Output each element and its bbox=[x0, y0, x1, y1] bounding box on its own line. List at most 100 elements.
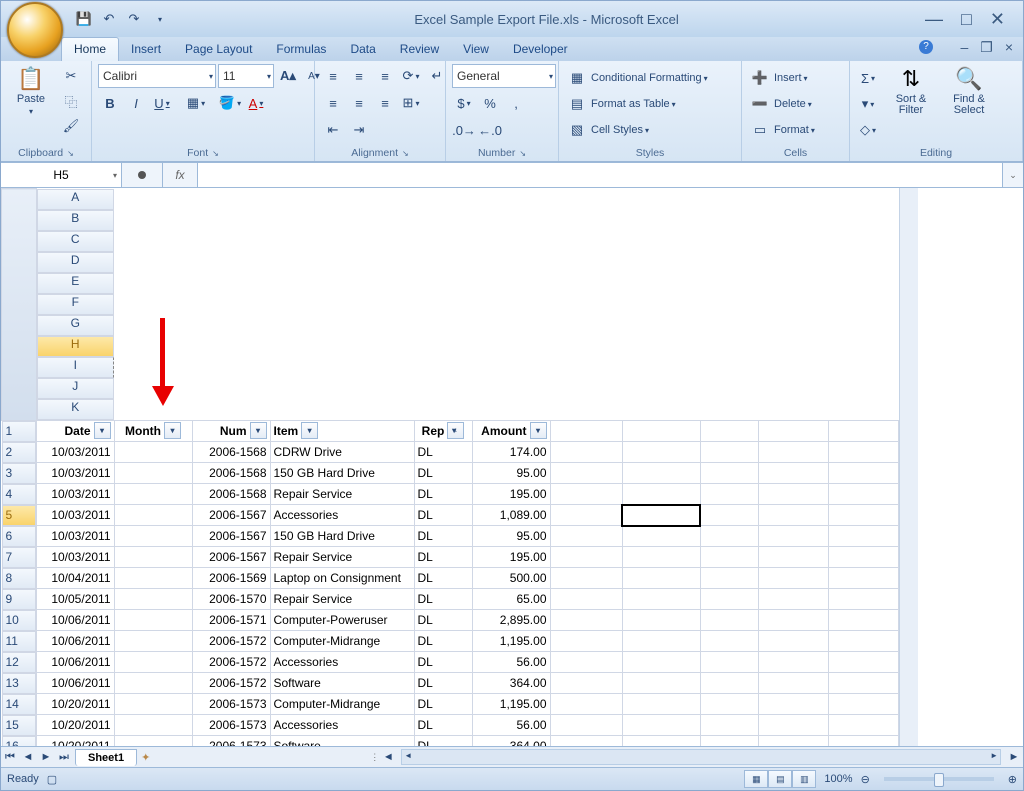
borders-icon[interactable]: ▦ bbox=[184, 91, 208, 115]
cell[interactable]: 1,089.00 bbox=[472, 505, 550, 526]
cell-K14[interactable] bbox=[828, 694, 898, 715]
cell[interactable]: 10/06/2011 bbox=[36, 631, 114, 652]
cell[interactable]: DL bbox=[414, 505, 472, 526]
cell[interactable]: CDRW Drive bbox=[270, 442, 414, 463]
cell[interactable]: 10/03/2011 bbox=[36, 484, 114, 505]
cell[interactable]: 2006-1568 bbox=[192, 484, 270, 505]
cell-K9[interactable] bbox=[828, 589, 898, 610]
cell-H2[interactable] bbox=[622, 442, 700, 463]
cell-K3[interactable] bbox=[828, 463, 898, 484]
cell[interactable]: DL bbox=[414, 631, 472, 652]
cell-G14[interactable] bbox=[550, 694, 622, 715]
cell[interactable]: 2006-1571 bbox=[192, 610, 270, 631]
row-header-7[interactable]: 7 bbox=[2, 547, 36, 568]
undo-icon[interactable]: ↶ bbox=[100, 10, 118, 28]
cell-H8[interactable] bbox=[622, 568, 700, 589]
cell-G11[interactable] bbox=[550, 631, 622, 652]
cell[interactable]: DL bbox=[414, 589, 472, 610]
cell-H3[interactable] bbox=[622, 463, 700, 484]
clear-icon[interactable]: ◇ bbox=[856, 118, 880, 142]
cell-K6[interactable] bbox=[828, 526, 898, 547]
header-cell-item[interactable]: Item▾ bbox=[270, 420, 414, 442]
cell[interactable]: 10/06/2011 bbox=[36, 610, 114, 631]
cell[interactable]: 10/03/2011 bbox=[36, 526, 114, 547]
filter-button-date[interactable]: ▾ bbox=[94, 422, 111, 439]
zoom-slider[interactable] bbox=[884, 777, 994, 781]
decrease-decimal-icon[interactable]: ←.0 bbox=[478, 118, 502, 142]
cell[interactable]: 95.00 bbox=[472, 463, 550, 484]
prev-sheet-button[interactable]: ◄ bbox=[19, 751, 37, 763]
cell[interactable] bbox=[114, 610, 192, 631]
cell[interactable]: DL bbox=[414, 484, 472, 505]
col-header-A[interactable]: A bbox=[37, 189, 115, 210]
cell[interactable]: 10/03/2011 bbox=[36, 463, 114, 484]
cell[interactable]: 2006-1570 bbox=[192, 589, 270, 610]
row-header-16[interactable]: 16 bbox=[2, 736, 36, 747]
cell[interactable]: DL bbox=[414, 568, 472, 589]
row-header-6[interactable]: 6 bbox=[2, 526, 36, 547]
cell[interactable]: 2006-1573 bbox=[192, 736, 270, 747]
filter-button-rep[interactable]: ▾↓ bbox=[447, 422, 464, 439]
help-icon[interactable]: ? bbox=[919, 40, 933, 54]
filter-button-amount[interactable]: ▾ bbox=[530, 422, 547, 439]
cell[interactable]: 2006-1573 bbox=[192, 694, 270, 715]
qat-customize-icon[interactable] bbox=[150, 10, 168, 28]
tab-insert[interactable]: Insert bbox=[119, 38, 173, 61]
col-header-J[interactable]: J bbox=[37, 378, 115, 399]
cell[interactable] bbox=[114, 715, 192, 736]
redo-icon[interactable]: ↷ bbox=[125, 10, 143, 28]
cell[interactable]: DL bbox=[414, 736, 472, 747]
cell-J4[interactable] bbox=[758, 484, 828, 505]
cell-J8[interactable] bbox=[758, 568, 828, 589]
cell[interactable]: 2006-1572 bbox=[192, 631, 270, 652]
hscroll-left-button[interactable]: ◄ bbox=[379, 751, 397, 763]
format-as-table-button[interactable]: ▤Format as Table▾ bbox=[565, 92, 676, 116]
cell[interactable] bbox=[114, 526, 192, 547]
cell[interactable]: 150 GB Hard Drive bbox=[270, 526, 414, 547]
col-header-E[interactable]: E bbox=[37, 273, 115, 294]
cell-K16[interactable] bbox=[828, 736, 898, 747]
row-header-1[interactable]: 1 bbox=[2, 421, 36, 442]
cell-J5[interactable] bbox=[758, 505, 828, 526]
cell[interactable]: Accessories bbox=[270, 652, 414, 673]
cell-H15[interactable] bbox=[622, 715, 700, 736]
cell-J2[interactable] bbox=[758, 442, 828, 463]
insert-cells-button[interactable]: ➕Insert▾ bbox=[748, 66, 808, 90]
cell-K2[interactable] bbox=[828, 442, 898, 463]
mdi-minimize-button[interactable]: – bbox=[960, 39, 968, 56]
align-bottom-icon[interactable]: ≡ bbox=[373, 64, 397, 88]
cell[interactable]: 10/06/2011 bbox=[36, 673, 114, 694]
filter-button-item[interactable]: ▾ bbox=[301, 422, 318, 439]
paste-button[interactable]: 📋 Paste ▾ bbox=[7, 64, 55, 118]
close-button[interactable]: ✕ bbox=[990, 9, 1005, 30]
tab-data[interactable]: Data bbox=[338, 38, 387, 61]
macro-record-icon[interactable]: ▢ bbox=[47, 773, 57, 786]
cell-J7[interactable] bbox=[758, 547, 828, 568]
align-right-icon[interactable]: ≡ bbox=[373, 91, 397, 115]
percent-icon[interactable]: % bbox=[478, 91, 502, 115]
page-layout-view-button[interactable]: ▤ bbox=[768, 770, 792, 788]
cell-H5[interactable] bbox=[622, 505, 700, 526]
cell-K15[interactable] bbox=[828, 715, 898, 736]
cell-I14[interactable] bbox=[700, 694, 758, 715]
cell[interactable]: 65.00 bbox=[472, 589, 550, 610]
tab-page-layout[interactable]: Page Layout bbox=[173, 38, 264, 61]
tab-review[interactable]: Review bbox=[388, 38, 451, 61]
cancel-icon[interactable] bbox=[138, 171, 146, 179]
cell[interactable]: 195.00 bbox=[472, 484, 550, 505]
sheet-tab[interactable]: Sheet1 bbox=[75, 749, 137, 766]
cell[interactable]: 95.00 bbox=[472, 526, 550, 547]
cell-G15[interactable] bbox=[550, 715, 622, 736]
cell-styles-button[interactable]: ▧Cell Styles▾ bbox=[565, 118, 649, 142]
comma-icon[interactable]: , bbox=[504, 91, 528, 115]
cell[interactable]: 2006-1567 bbox=[192, 526, 270, 547]
font-color-icon[interactable]: A bbox=[244, 91, 268, 115]
office-button[interactable] bbox=[7, 2, 63, 58]
underline-button[interactable]: U bbox=[150, 91, 174, 115]
row-header-8[interactable]: 8 bbox=[2, 568, 36, 589]
col-header-H[interactable]: H bbox=[37, 336, 115, 357]
number-launcher-icon[interactable]: ↘ bbox=[519, 149, 526, 158]
cut-icon[interactable]: ✂ bbox=[59, 64, 83, 88]
cell[interactable]: Software bbox=[270, 673, 414, 694]
font-launcher-icon[interactable]: ↘ bbox=[212, 149, 219, 158]
